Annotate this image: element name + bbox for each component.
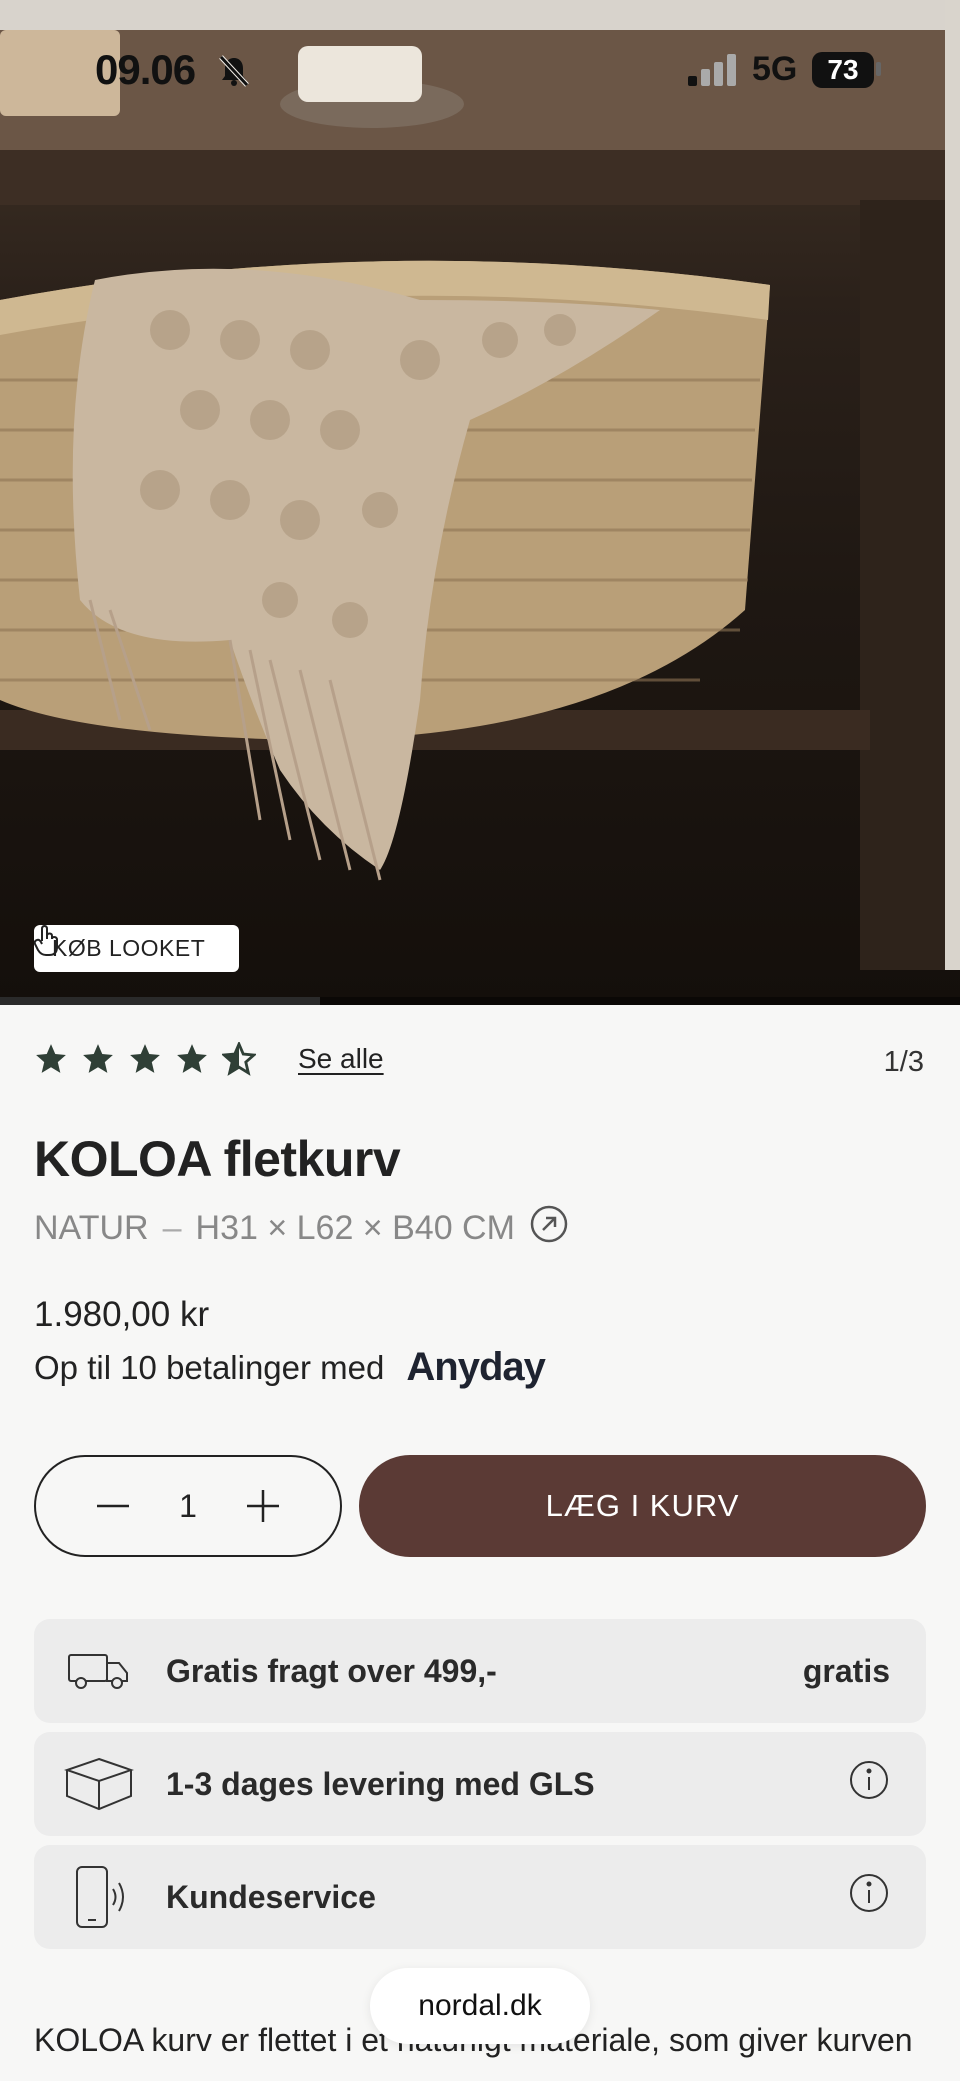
- quantity-value[interactable]: 1: [179, 1488, 197, 1525]
- variant-dimensions: H31 × L62 × B40 CM: [195, 1209, 515, 1247]
- see-all-reviews-link[interactable]: Se alle: [298, 1043, 384, 1075]
- phone-icon: [34, 1865, 164, 1929]
- info-button[interactable]: [848, 1759, 926, 1809]
- info-row-delivery[interactable]: 1-3 dages levering med GLS: [34, 1732, 926, 1836]
- info-icon: [850, 1761, 888, 1799]
- star-icon: [83, 1044, 113, 1073]
- info-button[interactable]: [848, 1872, 926, 1922]
- info-label: Gratis fragt over 499,-: [166, 1652, 497, 1689]
- star-rating[interactable]: [34, 1042, 256, 1076]
- star-half-icon: [222, 1042, 256, 1076]
- installments-info: Op til 10 betalinger med Anyday: [34, 1345, 546, 1390]
- status-bar: 09.06 5G 73: [0, 0, 960, 140]
- product-title: KOLOA fletkurv: [34, 1131, 401, 1187]
- browser-address-pill[interactable]: nordal.dk: [370, 1968, 590, 2044]
- plus-icon: [246, 1490, 279, 1522]
- truck-icon: [34, 1651, 164, 1691]
- variant-color: NATUR: [34, 1209, 149, 1247]
- product-variant: NATUR – H31 × L62 × B40 CM: [34, 1204, 569, 1253]
- rating-row: Se alle: [34, 1042, 384, 1076]
- battery-cap: [876, 62, 881, 76]
- buy-look-label: KØB LOOKET: [52, 935, 206, 961]
- anyday-logo: Anyday: [406, 1345, 545, 1389]
- buy-look-button[interactable]: KØB LOOKET: [34, 925, 240, 972]
- external-link-icon[interactable]: [529, 1204, 569, 1253]
- product-image[interactable]: 09.06 5G 73 KØB LOOKET: [0, 0, 960, 1005]
- info-icon: [850, 1874, 888, 1912]
- hero-illustration: [0, 0, 960, 970]
- info-row-customer-service[interactable]: Kundeservice: [34, 1845, 926, 1949]
- image-pager: 1/3: [883, 1046, 924, 1078]
- star-icon: [36, 1044, 66, 1073]
- box-icon: [34, 1756, 164, 1812]
- shipping-price: gratis: [802, 1652, 890, 1689]
- status-time: 09.06: [95, 46, 196, 93]
- network-type: 5G: [752, 50, 798, 88]
- minus-icon: [97, 1504, 129, 1508]
- quantity-stepper: 1: [34, 1455, 342, 1557]
- gallery-progress-bar: [0, 997, 320, 1005]
- star-icon: [177, 1044, 207, 1073]
- info-label: 1-3 dages levering med GLS: [166, 1765, 595, 1802]
- variant-separator: –: [162, 1209, 182, 1247]
- decrease-quantity-button[interactable]: [94, 1487, 132, 1525]
- add-to-cart-button[interactable]: LÆG I KURV: [359, 1455, 926, 1557]
- star-icon: [130, 1044, 160, 1073]
- increase-quantity-button[interactable]: [244, 1487, 282, 1525]
- info-label: Kundeservice: [166, 1878, 376, 1915]
- installments-text: Op til 10 betalinger med: [34, 1348, 385, 1386]
- product-price: 1.980,00 kr: [34, 1295, 210, 1334]
- info-row-shipping[interactable]: Gratis fragt over 499,- gratis: [34, 1619, 926, 1723]
- battery-icon: 73: [812, 52, 874, 88]
